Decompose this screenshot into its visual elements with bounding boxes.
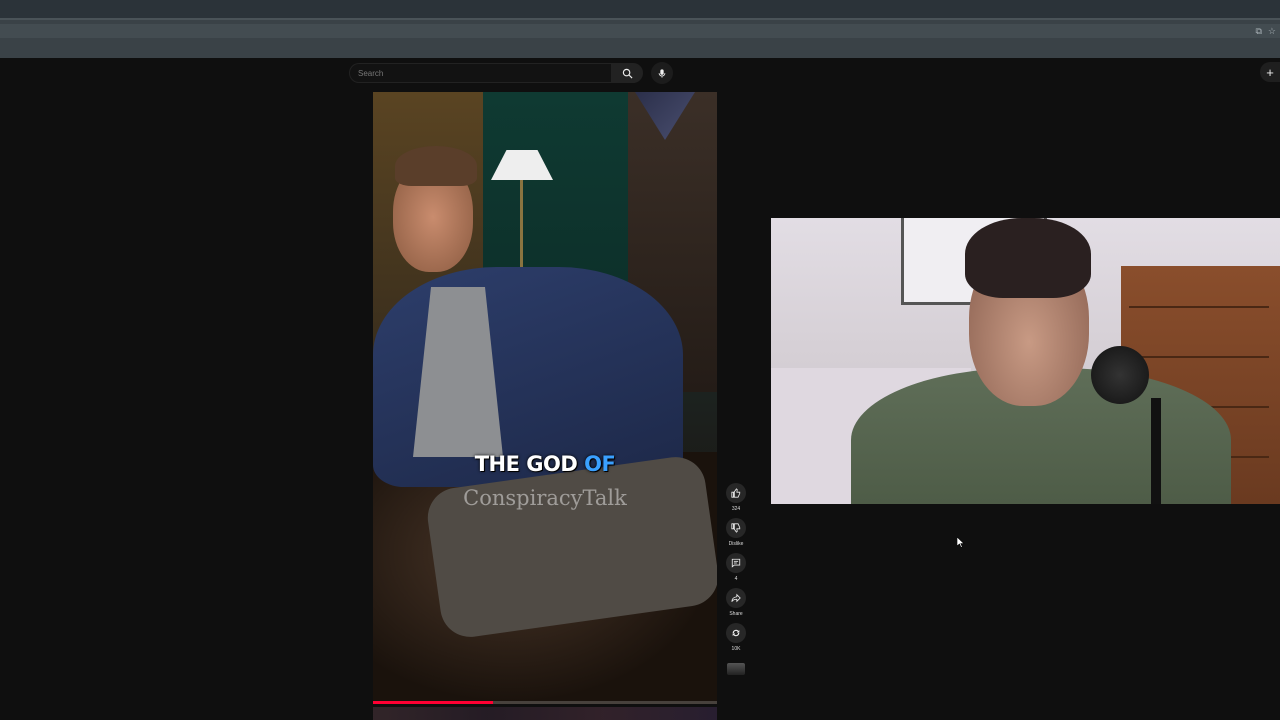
like-count: 324: [731, 506, 741, 512]
next-short-preview[interactable]: [373, 707, 717, 720]
thumbs-down-icon: [731, 523, 741, 533]
video-progress-fill: [373, 701, 494, 704]
share-icon: [731, 593, 741, 603]
share-label: Share: [729, 611, 743, 617]
voice-search-button[interactable]: [651, 62, 673, 84]
sound-thumbnail[interactable]: [727, 663, 745, 675]
thumbs-up-icon: [731, 488, 741, 498]
microphone-icon: [658, 68, 666, 78]
comment-icon: [731, 558, 741, 568]
browser-actions: ⧉ ☆: [1255, 26, 1276, 37]
video-progress-bar[interactable]: [373, 701, 717, 704]
webcam-overlay: [771, 218, 1280, 504]
create-button[interactable]: +: [1260, 62, 1280, 82]
remix-action: 10K: [726, 623, 746, 653]
dislike-button[interactable]: [726, 518, 746, 538]
short-video-player[interactable]: THE GOD OF ConspiracyTalk: [373, 92, 717, 704]
install-app-icon[interactable]: ⧉: [1255, 26, 1261, 37]
microphone: [1091, 346, 1149, 404]
video-caption: THE GOD OF: [373, 452, 717, 476]
search-bar: [349, 62, 673, 84]
like-button[interactable]: [726, 483, 746, 503]
address-bar[interactable]: [0, 24, 1280, 38]
search-button[interactable]: [611, 63, 643, 83]
plus-icon: +: [1266, 64, 1274, 80]
share-button[interactable]: [726, 588, 746, 608]
comment-action: 4: [726, 553, 746, 583]
remix-count: 10K: [731, 646, 741, 652]
comment-count: 4: [734, 576, 738, 582]
dislike-label: Dislike: [728, 541, 744, 547]
caption-highlight: OF: [584, 452, 616, 476]
pointer-icon: [957, 537, 965, 548]
bookmark-star-icon[interactable]: ☆: [1268, 26, 1276, 37]
remix-button[interactable]: [726, 623, 746, 643]
search-icon: [622, 68, 632, 78]
like-action: 324: [726, 483, 746, 513]
channel-watermark: ConspiracyTalk: [463, 486, 627, 510]
browser-toolbar: ⧉ ☆: [0, 18, 1280, 58]
browser-titlebar: [0, 0, 1280, 18]
remix-icon: [732, 629, 740, 637]
search-input[interactable]: [349, 63, 611, 83]
caption-text: THE GOD: [474, 452, 585, 476]
comments-button[interactable]: [726, 553, 746, 573]
share-action: Share: [726, 588, 746, 618]
short-action-bar: 324 Dislike 4 Share 10K: [724, 483, 748, 675]
dislike-action: Dislike: [726, 518, 746, 548]
